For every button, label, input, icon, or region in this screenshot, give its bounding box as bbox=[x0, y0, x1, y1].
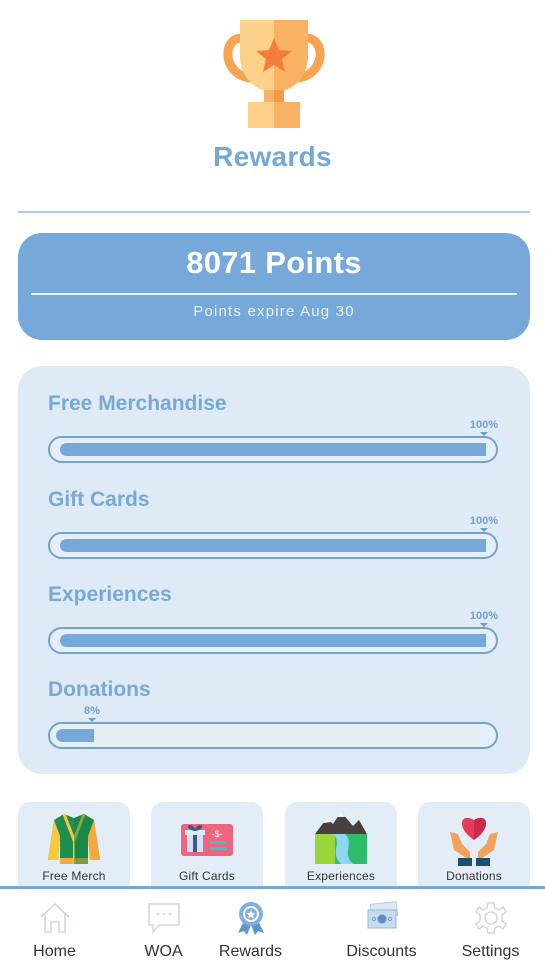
tile-label: Experiences bbox=[306, 869, 376, 883]
trophy-icon bbox=[223, 20, 325, 128]
category-title: Free Merchandise bbox=[48, 392, 227, 415]
category-progress-gift-cards: Gift Cards 100% bbox=[18, 488, 530, 584]
category-progress-card: Free Merchandise 100% Gift Cards 100% Ex… bbox=[18, 366, 530, 774]
tile-experiences[interactable]: Experiences bbox=[285, 802, 397, 888]
progress-fill bbox=[56, 729, 94, 742]
progress-fill bbox=[60, 443, 486, 456]
points-balance: 8071 Points bbox=[186, 245, 362, 280]
chat-bubble-icon bbox=[148, 903, 180, 935]
progress-bar bbox=[48, 722, 498, 749]
tile-donations[interactable]: Donations bbox=[418, 802, 530, 888]
svg-text:-$-: -$- bbox=[212, 829, 223, 839]
jacket-icon bbox=[48, 813, 100, 864]
points-card: 8071 Points Points expire Aug 30 bbox=[18, 233, 530, 340]
points-expiry-text: Points expire Aug 30 bbox=[193, 303, 355, 320]
bottom-tab-bar: Home WOA Rewards Discounts Settings bbox=[0, 886, 545, 972]
tab-label: Discounts bbox=[346, 943, 417, 960]
page-title: Rewards bbox=[213, 141, 332, 172]
tab-home[interactable]: Home bbox=[0, 889, 109, 972]
tile-label: Donations bbox=[446, 869, 502, 883]
category-title: Experiences bbox=[48, 583, 172, 606]
progress-percent-label: 100% bbox=[470, 515, 498, 532]
tile-label: Gift Cards bbox=[178, 869, 235, 883]
tile-free-merch[interactable]: Free Merch bbox=[18, 802, 130, 888]
category-progress-free-merchandise: Free Merchandise 100% bbox=[18, 392, 530, 488]
progress-bar bbox=[48, 627, 498, 654]
tab-settings[interactable]: Settings bbox=[436, 889, 545, 972]
category-progress-experiences: Experiences 100% bbox=[18, 583, 530, 679]
progress-fill bbox=[60, 634, 486, 647]
tab-discounts[interactable]: Discounts bbox=[327, 889, 436, 972]
progress-percent-label: 100% bbox=[470, 419, 498, 436]
award-ribbon-icon bbox=[238, 902, 264, 935]
progress-fill bbox=[60, 539, 486, 552]
points-divider bbox=[31, 293, 517, 295]
category-title: Donations bbox=[48, 678, 151, 701]
tab-label: Settings bbox=[461, 943, 520, 960]
heart-hands-icon bbox=[450, 817, 498, 866]
category-title: Gift Cards bbox=[48, 488, 150, 511]
tile-label: Free Merch bbox=[42, 869, 106, 883]
tab-rewards[interactable]: Rewards bbox=[196, 889, 305, 972]
progress-percent-label: 100% bbox=[470, 610, 498, 627]
home-icon bbox=[40, 902, 70, 933]
progress-bar bbox=[48, 436, 498, 463]
tab-label: Home bbox=[33, 943, 76, 960]
tile-gift-cards[interactable]: -$- Gift Cards bbox=[151, 802, 263, 888]
cash-icon bbox=[367, 901, 399, 929]
title-divider bbox=[18, 211, 530, 213]
category-progress-donations: Donations 8% bbox=[18, 678, 530, 774]
gear-icon bbox=[475, 902, 507, 934]
tab-label: Rewards bbox=[218, 943, 283, 960]
gift-card-icon: -$- bbox=[181, 824, 233, 856]
progress-percent-label: 8% bbox=[84, 705, 100, 722]
progress-bar bbox=[48, 532, 498, 559]
mountain-river-icon bbox=[315, 812, 367, 864]
reward-category-tiles: Free Merch -$- Gift Cards Experiences Do… bbox=[18, 802, 530, 888]
